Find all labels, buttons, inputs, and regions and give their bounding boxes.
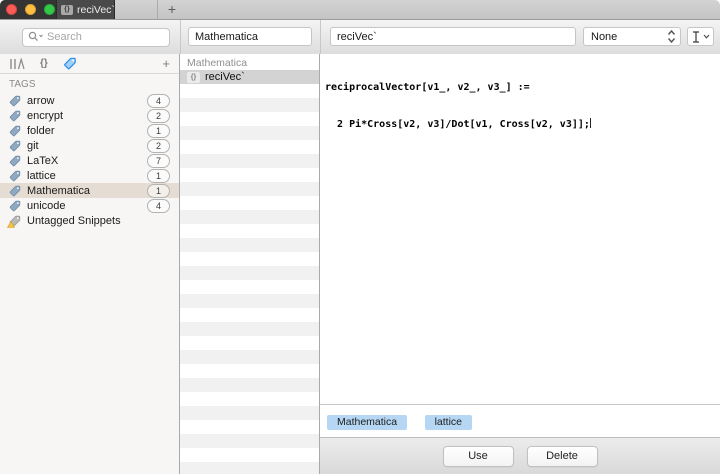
tag-count-badge: 1 [147, 183, 170, 198]
toolbar-divider [180, 20, 181, 54]
sidebar-item-mathematica[interactable]: Mathematica 1 [0, 183, 179, 198]
app-window: {} reciVec` + None [0, 0, 720, 474]
search-field-wrap [22, 27, 170, 47]
tag-label: encrypt [27, 109, 64, 122]
snippets-icon[interactable]: {} [40, 58, 48, 69]
snippet-title: reciVec` [205, 71, 245, 83]
sidebar-mode-switcher: {} + [0, 54, 179, 74]
tab-recivec[interactable]: {} reciVec` [56, 0, 115, 19]
text-size-button[interactable] [687, 27, 714, 46]
tag-label: git [27, 139, 39, 152]
tag-count-badge: 1 [147, 123, 170, 138]
add-tag-button[interactable]: + [162, 54, 170, 73]
code-editor[interactable]: reciprocalVector[v1_, v2_, v3_] := 2 Pi*… [325, 58, 716, 155]
tag-icon [9, 95, 21, 107]
zoom-window-button[interactable] [44, 4, 55, 15]
tag-count-badge: 2 [147, 108, 170, 123]
sidebar: {} + TAGS arrow 4 encrypt 2 folder 1 git [0, 54, 180, 474]
snippet-list: Mathematica {} reciVec` [180, 54, 320, 474]
search-icon [28, 31, 43, 42]
docsets-icon[interactable] [9, 57, 25, 70]
tag-label: Untagged Snippets [27, 214, 121, 227]
sidebar-item-git[interactable]: git 2 [0, 138, 179, 153]
tag-icon [9, 140, 21, 152]
search-input[interactable] [22, 27, 170, 47]
tag-icon [9, 110, 21, 122]
tags-section-header: TAGS [9, 79, 36, 90]
sidebar-item-folder[interactable]: folder 1 [0, 123, 179, 138]
toolbar: None [0, 20, 720, 55]
syntax-mode-select[interactable]: None [583, 27, 681, 46]
code-line: 2 Pi*Cross[v2, v3]/Dot[v1, Cross[v2, v3]… [325, 118, 591, 130]
tag-count-badge: 4 [147, 93, 170, 108]
tag-label: LaTeX [27, 154, 59, 167]
tag-icon [9, 125, 21, 137]
close-window-button[interactable] [6, 4, 17, 15]
tab-separator [157, 0, 158, 19]
sidebar-item-lattice[interactable]: lattice 1 [0, 168, 179, 183]
toolbar-divider [320, 20, 321, 54]
sidebar-item-unicode[interactable]: unicode 4 [0, 198, 179, 213]
tag-count-badge: 4 [147, 198, 170, 213]
tag-icon [9, 170, 21, 182]
snippet-braces-icon: {} [187, 71, 200, 83]
snippet-name-input[interactable] [330, 27, 576, 46]
snippet-list-empty-rows [180, 84, 319, 474]
snippet-row-recivec[interactable]: {} reciVec` [180, 70, 319, 84]
snippet-tags-strip: Mathematica lattice [320, 404, 720, 437]
syntax-mode-value: None [591, 30, 618, 43]
tag-chip-lattice[interactable]: lattice [424, 415, 472, 430]
tag-label: arrow [27, 94, 55, 107]
tag-count-badge: 7 [147, 153, 170, 168]
snippet-filter-input[interactable] [188, 27, 312, 46]
tag-chip-mathematica[interactable]: Mathematica [327, 415, 408, 430]
tags-icon[interactable] [63, 57, 77, 70]
delete-button[interactable]: Delete [526, 445, 598, 467]
tag-icon [9, 155, 21, 167]
stepper-chevrons-icon [667, 29, 676, 44]
tag-label: folder [27, 124, 55, 137]
snippet-braces-icon: {} [61, 4, 73, 15]
use-button[interactable]: Use [442, 445, 514, 467]
new-tab-button[interactable]: + [161, 0, 183, 19]
sidebar-item-encrypt[interactable]: encrypt 2 [0, 108, 179, 123]
sidebar-item-latex[interactable]: LaTeX 7 [0, 153, 179, 168]
minimize-window-button[interactable] [25, 4, 36, 15]
snippet-group-header: Mathematica [187, 57, 248, 69]
untagged-warning-icon [7, 215, 21, 228]
editor-pane: reciprocalVector[v1_, v2_, v3_] := 2 Pi*… [320, 54, 720, 474]
tag-label: lattice [27, 169, 56, 182]
tag-count-badge: 1 [147, 168, 170, 183]
editor-footer-bar: Use Delete [320, 437, 720, 474]
chevron-down-icon [703, 34, 709, 39]
code-line: reciprocalVector[v1_, v2_, v3_] := [325, 82, 530, 93]
sidebar-item-untagged-snippets[interactable]: Untagged Snippets [0, 213, 179, 228]
tag-count-badge: 2 [147, 138, 170, 153]
tag-icon [9, 185, 21, 197]
tab-bar: {} reciVec` + [0, 0, 720, 20]
ibeam-cursor-icon [692, 30, 699, 43]
tag-label: Mathematica [27, 184, 90, 197]
tag-icon [9, 200, 21, 212]
tag-label: unicode [27, 199, 66, 212]
text-caret [589, 118, 591, 128]
tab-title: reciVec` [77, 3, 115, 16]
sidebar-item-arrow[interactable]: arrow 4 [0, 93, 179, 108]
